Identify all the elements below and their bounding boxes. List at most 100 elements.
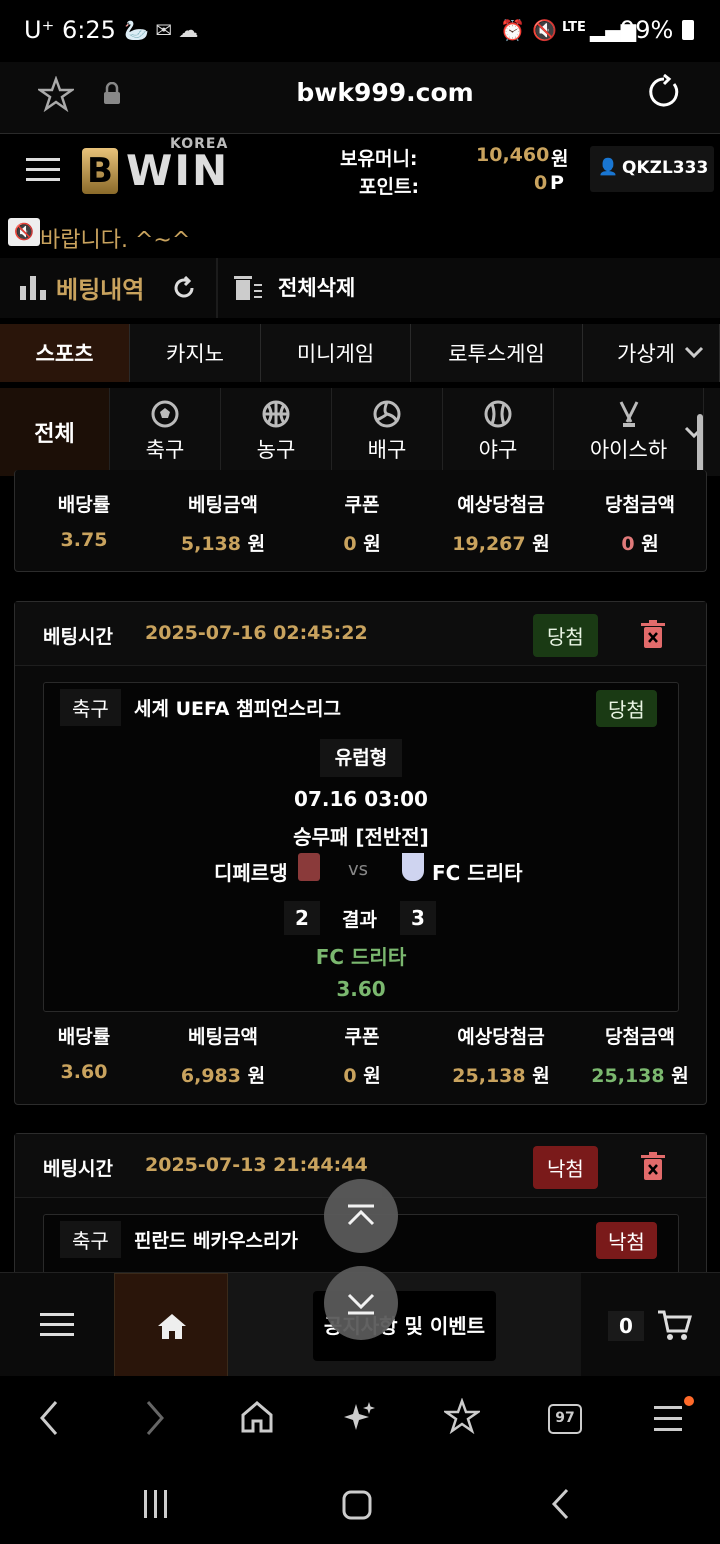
- back-nav-icon[interactable]: [550, 1488, 570, 1520]
- stat-unit: 원: [671, 1065, 689, 1087]
- stat-value: 0: [343, 1065, 357, 1087]
- status-bar: U⁺ 6:25 🦢 ✉ ☁ ⏰ 🔇 LTE ▂▄▆ 99%: [0, 0, 720, 62]
- volleyball-icon: [373, 400, 401, 428]
- sport-label: 전체: [34, 422, 75, 447]
- stat-value: 19,267: [452, 533, 526, 555]
- money-unit: 원: [551, 148, 569, 170]
- match-time: 07.16 03:00: [294, 787, 428, 811]
- sparkle-icon[interactable]: [344, 1400, 376, 1434]
- clock: 6:25: [62, 16, 116, 44]
- away-score: 3: [400, 901, 436, 935]
- home-icon[interactable]: [240, 1400, 274, 1434]
- battery-icon: [682, 20, 694, 40]
- menu-icon[interactable]: [40, 1313, 74, 1337]
- soccer-ball-icon: [151, 400, 179, 428]
- money-value: 10,460: [476, 144, 550, 166]
- divider: [216, 258, 218, 318]
- sport-label: 배구: [367, 438, 407, 462]
- delete-icon[interactable]: [641, 620, 665, 648]
- scroll-top-button[interactable]: [324, 1179, 398, 1253]
- stat-unit: 원: [532, 533, 550, 555]
- browser-url-bar: bwk999.com: [0, 62, 720, 134]
- stat-expected: 예상당첨금 19,267 원: [432, 490, 570, 556]
- chevron-up-icon: [347, 1204, 375, 1226]
- bookmarks-icon[interactable]: [444, 1398, 480, 1434]
- bet-time-label: 베팅시간: [43, 1158, 113, 1180]
- stat-value: 25,138: [591, 1065, 665, 1087]
- cart-icon[interactable]: [658, 1309, 692, 1341]
- sport-all[interactable]: 전체: [0, 388, 110, 476]
- tab-minigame[interactable]: 미니게임: [261, 324, 411, 382]
- forward-icon[interactable]: [144, 1400, 166, 1436]
- delete-all-button[interactable]: 전체삭제: [234, 270, 374, 306]
- point-label: 포인트:: [359, 176, 420, 198]
- stat-coupon: 쿠폰 0 원: [293, 1022, 431, 1088]
- sport-icehockey[interactable]: 아이스하: [554, 388, 704, 476]
- browser-menu-icon[interactable]: [654, 1406, 682, 1432]
- stat-label: 당첨금액: [605, 494, 675, 516]
- bet-time: 2025-07-16 02:45:22: [145, 622, 368, 644]
- stat-won: 당첨금액 25,138 원: [571, 1022, 709, 1088]
- stat-label: 배당률: [57, 1026, 111, 1048]
- browser-toolbar: 97: [0, 1376, 720, 1462]
- sport-basketball[interactable]: 농구: [221, 388, 332, 476]
- stat-value: 3.60: [60, 1061, 108, 1083]
- stat-unit: 원: [363, 1065, 381, 1087]
- chevron-down-icon: [347, 1293, 375, 1315]
- stat-label: 베팅금액: [188, 1026, 258, 1048]
- stat-value: 3.75: [60, 529, 108, 551]
- speaker-icon: 🔇: [8, 218, 40, 246]
- stat-label: 베팅금액: [188, 494, 258, 516]
- home-team-logo-icon: [298, 853, 320, 881]
- sport-tag: 축구: [60, 689, 121, 726]
- sport-volleyball[interactable]: 배구: [332, 388, 443, 476]
- odds-type: 유럽형: [320, 739, 402, 777]
- menu-icon[interactable]: [26, 158, 60, 182]
- away-team-logo-icon: [402, 853, 424, 881]
- home-nav-icon[interactable]: [342, 1490, 372, 1520]
- basketball-icon: [262, 400, 290, 428]
- stat-expected: 예상당첨금 25,138 원: [432, 1022, 570, 1088]
- tabs-count-icon[interactable]: 97: [548, 1404, 582, 1434]
- trash-list-icon: [234, 276, 262, 300]
- home-score: 2: [284, 901, 320, 935]
- cart-count: 0: [608, 1311, 644, 1341]
- tab-label: 카지노: [166, 342, 224, 366]
- tab-lotus[interactable]: 로투스게임: [411, 324, 583, 382]
- user-button[interactable]: 👤 QKZL333: [590, 146, 714, 192]
- bet-card-header: 베팅시간 2025-07-16 02:45:22 당첨: [15, 602, 706, 666]
- stat-value: 0: [343, 533, 357, 555]
- logo-mark: B: [82, 148, 118, 194]
- user-icon: 👤: [598, 157, 618, 176]
- scroll-bottom-button[interactable]: [324, 1266, 398, 1340]
- sport-label: 야구: [478, 438, 518, 462]
- sport-soccer[interactable]: 축구: [110, 388, 221, 476]
- sport-baseball[interactable]: 야구: [443, 388, 554, 476]
- stat-unit: 원: [247, 1065, 266, 1087]
- delete-icon[interactable]: [641, 1152, 665, 1180]
- back-icon[interactable]: [38, 1400, 60, 1436]
- delete-all-label: 전체삭제: [278, 276, 356, 300]
- tab-casino[interactable]: 카지노: [130, 324, 261, 382]
- bet-card: 베팅시간 2025-07-16 02:45:22 당첨 축구 세계 UEFA 챔…: [14, 601, 707, 1105]
- stat-label: 예상당첨금: [457, 1026, 545, 1048]
- hockey-stick-icon: [619, 401, 638, 427]
- bet-card: 배당률 3.75 베팅금액 5,138 원 쿠폰 0 원 예상당첨금 19,267 원 …: [14, 470, 707, 572]
- status-badge: 낙첨: [533, 1146, 598, 1189]
- baseball-icon: [484, 400, 512, 428]
- bet-stats: 배당률 3.75 베팅금액 5,138 원 쿠폰 0 원 예상당첨금 19,267 원 …: [15, 490, 706, 570]
- home-icon: [158, 1314, 186, 1339]
- chevron-down-icon[interactable]: [684, 346, 704, 360]
- url-text[interactable]: bwk999.com: [0, 78, 720, 107]
- home-button[interactable]: [114, 1273, 228, 1377]
- alarm-icon: ⏰: [500, 18, 525, 42]
- stat-label: 쿠폰: [344, 1026, 380, 1048]
- carrier: U⁺: [24, 16, 55, 44]
- bet-stats: 배당률 3.60 베팅금액 6,983 원 쿠폰 0 원 예상당첨금 25,138 원 …: [15, 1022, 706, 1102]
- user-id: QKZL333: [622, 158, 709, 178]
- reload-icon[interactable]: [646, 74, 682, 110]
- refresh-icon[interactable]: [172, 276, 196, 300]
- league-name: 세계 UEFA 챔피언스리그: [134, 698, 341, 720]
- tab-sports[interactable]: 스포츠: [0, 324, 130, 382]
- recents-icon[interactable]: [142, 1490, 170, 1518]
